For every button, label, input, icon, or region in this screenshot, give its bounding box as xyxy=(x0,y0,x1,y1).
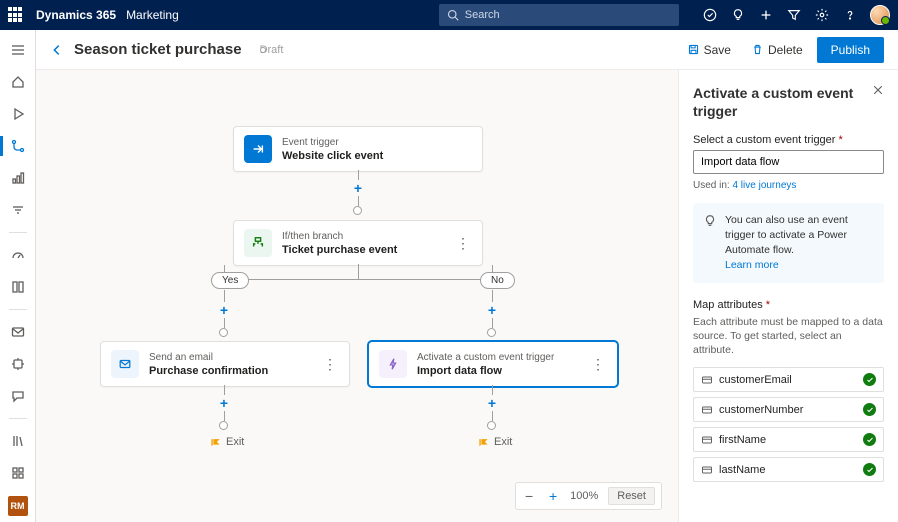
add-step-button[interactable]: + xyxy=(485,302,499,318)
select-trigger-label: Select a custom event trigger xyxy=(693,134,884,146)
check-icon xyxy=(863,463,876,476)
lightning-icon xyxy=(379,350,407,378)
map-attributes-sub: Each attribute must be mapped to a data … xyxy=(693,315,884,357)
add-step-button[interactable]: + xyxy=(217,395,231,411)
nav-rail: RM xyxy=(0,30,36,522)
map-attributes-label: Map attributes xyxy=(693,299,884,311)
command-bar: Season ticket purchase Draft Save Delete… xyxy=(36,30,898,70)
node-more-icon[interactable]: ⋮ xyxy=(589,356,607,373)
rail-journeys[interactable] xyxy=(0,132,36,160)
rail-ext[interactable] xyxy=(0,350,36,378)
add-step-button[interactable]: + xyxy=(485,395,499,411)
rail-persona[interactable]: RM xyxy=(8,496,28,516)
branch-no-label[interactable]: No xyxy=(480,272,515,289)
node-more-icon[interactable]: ⋮ xyxy=(321,356,339,373)
back-button[interactable] xyxy=(50,43,64,57)
add-step-button[interactable]: + xyxy=(351,180,365,196)
brand-label: Dynamics 365 xyxy=(36,8,116,22)
attribute-row[interactable]: lastName xyxy=(693,457,884,482)
status-badge: Draft xyxy=(260,44,284,56)
node-custom-event-trigger[interactable]: Activate a custom event triggerImport da… xyxy=(368,341,618,387)
attribute-row[interactable]: customerEmail xyxy=(693,367,884,392)
zoom-percent: 100% xyxy=(570,490,598,502)
zoom-out-button[interactable]: − xyxy=(522,488,536,504)
task-icon[interactable] xyxy=(702,7,718,23)
check-icon xyxy=(863,403,876,416)
check-icon xyxy=(863,433,876,446)
exit-right: Exit xyxy=(478,436,512,448)
learn-more-link[interactable]: Learn more xyxy=(725,259,779,271)
area-label: Marketing xyxy=(126,8,179,22)
zoom-reset-button[interactable]: Reset xyxy=(608,487,655,505)
add-step-button[interactable]: + xyxy=(217,302,231,318)
field-icon xyxy=(701,374,713,386)
rail-speed[interactable] xyxy=(0,241,36,269)
rail-play[interactable] xyxy=(0,100,36,128)
field-icon xyxy=(701,404,713,416)
email-icon xyxy=(111,350,139,378)
node-more-icon[interactable]: ⋮ xyxy=(454,235,472,252)
node-ifthen-branch[interactable]: If/then branchTicket purchase event ⋮ xyxy=(233,220,483,266)
exit-left: Exit xyxy=(210,436,244,448)
used-in-link[interactable]: 4 live journeys xyxy=(732,180,796,191)
tip-box: You can also use an event trigger to act… xyxy=(693,203,884,283)
rail-email[interactable] xyxy=(0,318,36,346)
branch-icon xyxy=(244,229,272,257)
rail-hamburger[interactable] xyxy=(0,36,36,64)
used-in-text: Used in: 4 live journeys xyxy=(693,180,884,191)
trigger-icon xyxy=(244,135,272,163)
attribute-name: firstName xyxy=(719,434,857,446)
node-event-trigger[interactable]: Event triggerWebsite click event xyxy=(233,126,483,172)
branch-yes-label[interactable]: Yes xyxy=(211,272,249,289)
attribute-row[interactable]: customerNumber xyxy=(693,397,884,422)
rail-library[interactable] xyxy=(0,273,36,301)
save-button[interactable]: Save xyxy=(681,39,737,61)
settings-icon[interactable] xyxy=(814,7,830,23)
node-send-email[interactable]: Send an emailPurchase confirmation ⋮ xyxy=(100,341,350,387)
user-avatar[interactable] xyxy=(870,5,890,25)
field-icon xyxy=(701,434,713,446)
attribute-row[interactable]: firstName xyxy=(693,427,884,452)
field-icon xyxy=(701,464,713,476)
filter-icon[interactable] xyxy=(786,7,802,23)
select-trigger-input[interactable] xyxy=(693,150,884,174)
rail-books[interactable] xyxy=(0,427,36,455)
search-placeholder: Search xyxy=(465,9,500,21)
rail-data[interactable] xyxy=(0,459,36,487)
attribute-name: customerEmail xyxy=(719,374,857,386)
panel-title: Activate a custom event trigger xyxy=(693,84,866,120)
help-icon[interactable] xyxy=(842,7,858,23)
add-icon[interactable] xyxy=(758,7,774,23)
rail-segments[interactable] xyxy=(0,196,36,224)
top-bar: Dynamics 365 Marketing Search xyxy=(0,0,898,30)
close-panel-button[interactable] xyxy=(872,84,884,99)
lightbulb-icon[interactable] xyxy=(730,7,746,23)
page-title: Season ticket purchase xyxy=(74,41,242,58)
check-icon xyxy=(863,373,876,386)
zoom-in-button[interactable]: + xyxy=(546,488,560,504)
properties-panel: Activate a custom event trigger Select a… xyxy=(678,70,898,522)
topbar-actions xyxy=(702,5,890,25)
rail-analytics[interactable] xyxy=(0,164,36,192)
publish-button[interactable]: Publish xyxy=(817,37,884,63)
search-icon xyxy=(447,9,459,21)
rail-chat[interactable] xyxy=(0,382,36,410)
zoom-control: − + 100% Reset xyxy=(515,482,662,510)
journey-canvas[interactable]: Event triggerWebsite click event + If/th… xyxy=(36,70,678,522)
lightbulb-icon xyxy=(703,214,717,228)
global-search[interactable]: Search xyxy=(439,4,679,26)
delete-button[interactable]: Delete xyxy=(745,39,809,61)
attribute-name: customerNumber xyxy=(719,404,857,416)
rail-home[interactable] xyxy=(0,68,36,96)
attribute-name: lastName xyxy=(719,464,857,476)
app-launcher-icon[interactable] xyxy=(8,7,24,23)
